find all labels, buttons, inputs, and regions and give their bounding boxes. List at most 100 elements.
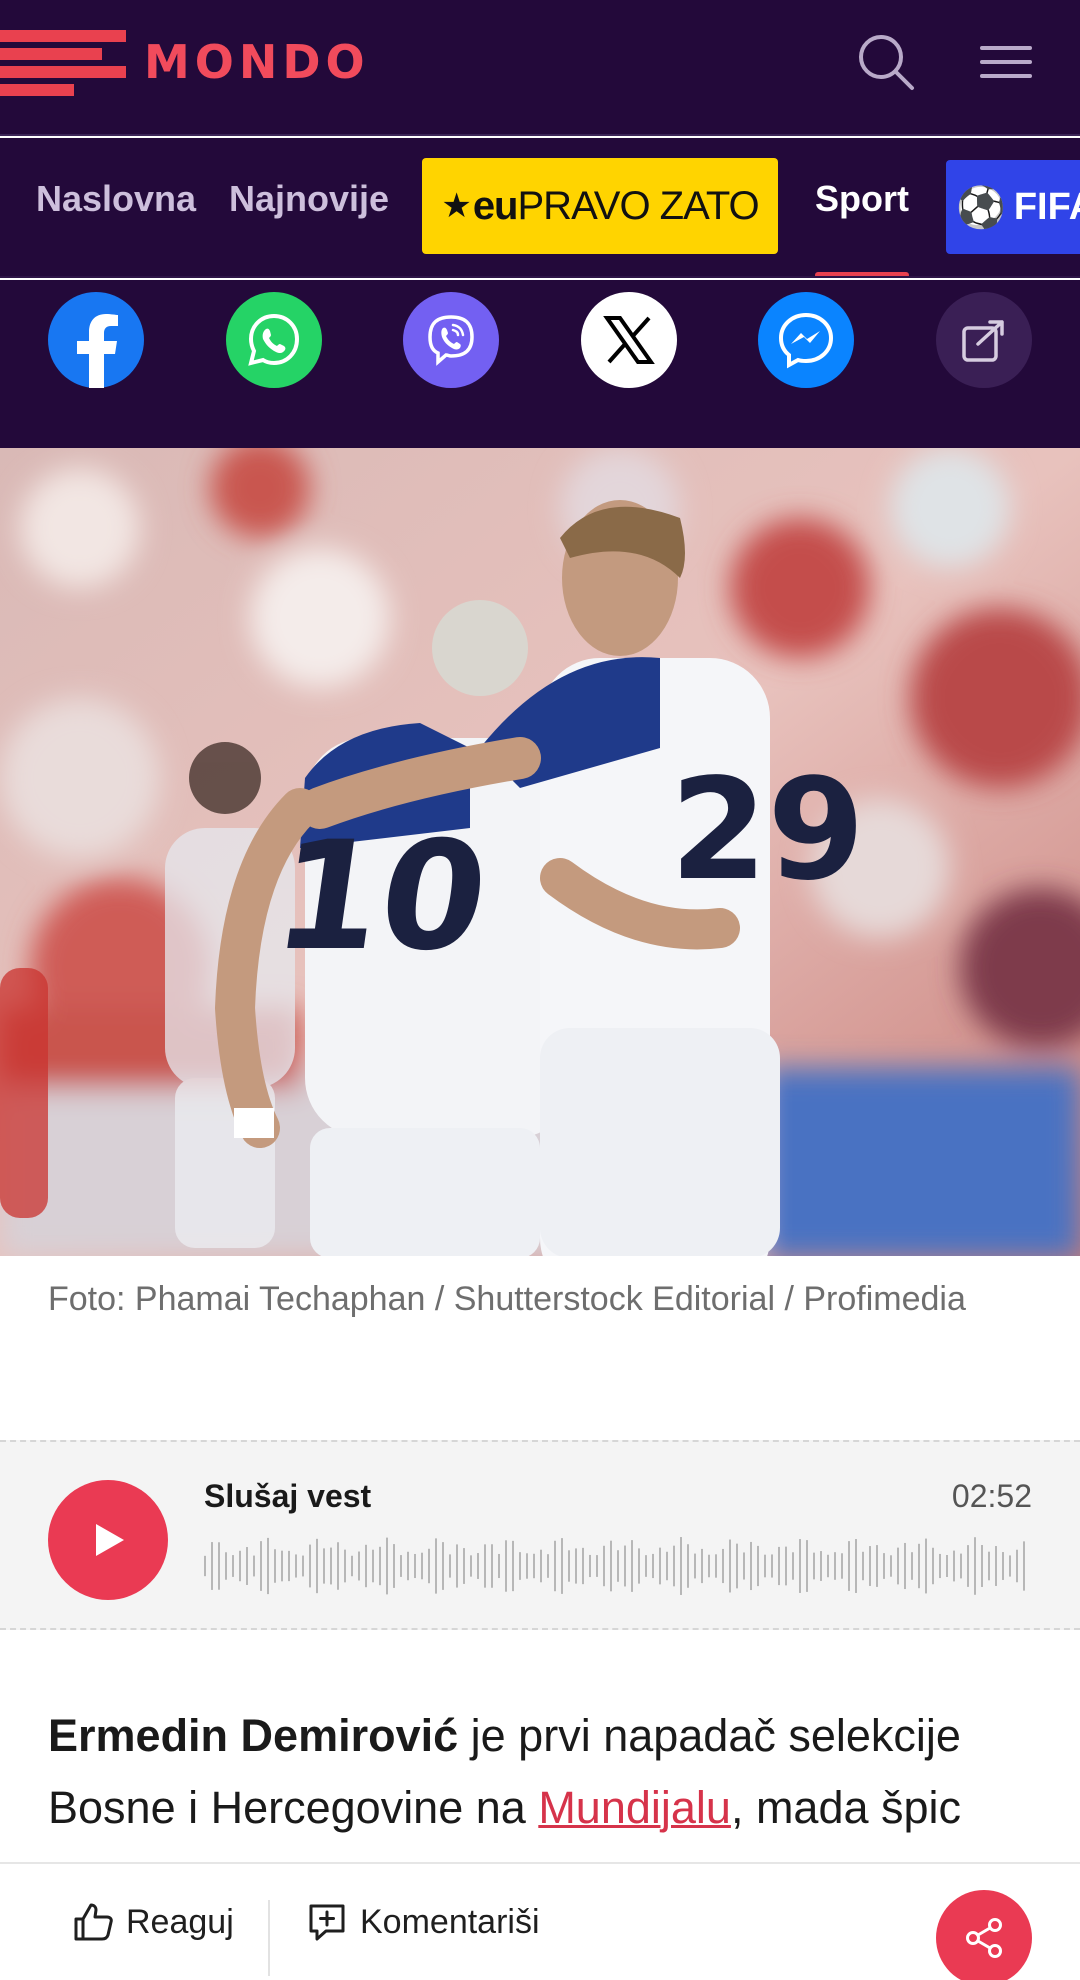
waveform-bar xyxy=(995,1546,997,1586)
whatsapp-icon xyxy=(248,313,300,366)
waveform-bar xyxy=(939,1553,941,1579)
waveform-bar xyxy=(323,1548,325,1584)
waveform-bar xyxy=(638,1548,640,1584)
viber-share-button[interactable] xyxy=(403,292,499,388)
waveform-bar xyxy=(316,1538,318,1594)
nav-item-fifa[interactable]: ⚽ FIFA xyxy=(946,160,1080,254)
react-label: Reaguj xyxy=(126,1902,234,1941)
waveform-bar xyxy=(351,1555,353,1577)
play-button[interactable] xyxy=(48,1480,168,1600)
nav-item-najnovije[interactable]: Najnovije xyxy=(229,178,389,220)
facebook-icon xyxy=(77,314,118,388)
mondo-logo[interactable]: MONDO xyxy=(0,22,370,102)
waveform-bar xyxy=(869,1546,871,1586)
waveform-bar xyxy=(841,1553,843,1579)
waveform-bar xyxy=(211,1542,213,1590)
thumbs-up-icon xyxy=(74,1903,113,1941)
waveform-bar xyxy=(533,1553,535,1579)
waveform-bar xyxy=(743,1552,745,1580)
waveform-bar xyxy=(960,1553,962,1579)
promo-label: PRAVO ZATO xyxy=(517,183,760,228)
waveform-bar xyxy=(568,1550,570,1582)
waveform-bar xyxy=(267,1537,269,1595)
waveform-bar xyxy=(645,1555,647,1577)
waveform-bar xyxy=(372,1549,374,1583)
share-button[interactable] xyxy=(936,1890,1032,1980)
waveform-bar xyxy=(1023,1541,1025,1591)
waveform-bar xyxy=(631,1540,633,1592)
comment-button[interactable]: Komentariši xyxy=(306,1892,540,1952)
waveform-bar xyxy=(407,1551,409,1581)
waveform-bar xyxy=(274,1549,276,1583)
photo-caption: Foto: Phamai Techaphan / Shutterstock Ed… xyxy=(48,1280,966,1318)
waveform-bar xyxy=(785,1546,787,1586)
audio-player: Slušaj vest 02:52 xyxy=(0,1440,1080,1630)
waveform-bar xyxy=(232,1555,234,1577)
share-bar xyxy=(0,280,1080,448)
copy-link-share-button[interactable] xyxy=(936,292,1032,388)
waveform-bar xyxy=(379,1546,381,1586)
messenger-icon xyxy=(778,312,834,369)
audio-title: Slušaj vest xyxy=(204,1478,372,1514)
eu-pravo-zato-banner[interactable]: ★ eu PRAVO ZATO xyxy=(422,158,778,254)
waveform-bar xyxy=(344,1549,346,1583)
article-lead: Ermedin Demirović je prvi napadač selekc… xyxy=(48,1700,1048,1844)
waveform-bar xyxy=(365,1544,367,1588)
search-icon[interactable] xyxy=(856,32,916,92)
facebook-share-button[interactable] xyxy=(48,292,144,388)
article-photo[interactable]: 10 29 xyxy=(0,448,1080,1256)
nav-item-sport[interactable]: Sport xyxy=(815,178,909,220)
waveform-bar xyxy=(624,1545,626,1587)
comment-add-icon xyxy=(309,1904,345,1941)
waveform-bar xyxy=(855,1539,857,1593)
waveform-bar xyxy=(491,1544,493,1588)
waveform-bar xyxy=(925,1538,927,1594)
promo-prefix: eu xyxy=(472,183,519,228)
waveform-bar xyxy=(288,1550,290,1582)
waveform-bar xyxy=(771,1554,773,1578)
waveform-bar xyxy=(484,1544,486,1588)
waveform-bar xyxy=(449,1554,451,1578)
mundijal-link[interactable]: Mundijalu xyxy=(538,1782,731,1833)
waveform-bar xyxy=(330,1547,332,1585)
waveform-bar xyxy=(827,1554,829,1578)
waveform-bar xyxy=(547,1554,549,1578)
x-share-button[interactable] xyxy=(581,292,677,388)
waveform-bar xyxy=(421,1552,423,1580)
waveform-bar xyxy=(309,1544,311,1588)
waveform-bar xyxy=(393,1544,395,1588)
hamburger-menu-icon[interactable] xyxy=(980,44,1032,80)
waveform-bar xyxy=(652,1553,654,1579)
waveform-bar xyxy=(596,1555,598,1577)
active-tab-indicator xyxy=(815,272,909,276)
waveform-bar xyxy=(253,1555,255,1577)
comment-label: Komentariši xyxy=(360,1902,540,1941)
waveform-bar xyxy=(295,1554,297,1578)
waveform-bar xyxy=(414,1553,416,1579)
audio-waveform[interactable] xyxy=(204,1534,1028,1598)
nav-item-naslovna[interactable]: Naslovna xyxy=(36,178,196,220)
bottom-bar-divider xyxy=(268,1900,270,1976)
waveform-bar xyxy=(722,1548,724,1584)
waveform-bar xyxy=(729,1539,731,1593)
waveform-bar xyxy=(302,1555,304,1577)
waveform-bar xyxy=(603,1545,605,1587)
waveform-bar xyxy=(463,1548,465,1584)
audio-duration: 02:52 xyxy=(951,1478,1032,1514)
article-text-2: , mada špic xyxy=(730,1782,962,1833)
waveform-bar xyxy=(204,1555,206,1577)
react-button[interactable]: Reaguj xyxy=(72,1892,234,1952)
messenger-share-button[interactable] xyxy=(758,292,854,388)
waveform-bar xyxy=(673,1545,675,1587)
waveform-bar xyxy=(834,1552,836,1580)
waveform-bar xyxy=(239,1550,241,1582)
waveform-bar xyxy=(778,1546,780,1586)
waveform-bar xyxy=(848,1541,850,1591)
whatsapp-share-button[interactable] xyxy=(226,292,322,388)
waveform-bar xyxy=(659,1547,661,1585)
waveform-bar xyxy=(764,1554,766,1578)
waveform-bar xyxy=(470,1555,472,1577)
waveform-bar xyxy=(386,1537,388,1595)
waveform-bar xyxy=(967,1545,969,1587)
star-icon: ★ xyxy=(441,187,472,225)
